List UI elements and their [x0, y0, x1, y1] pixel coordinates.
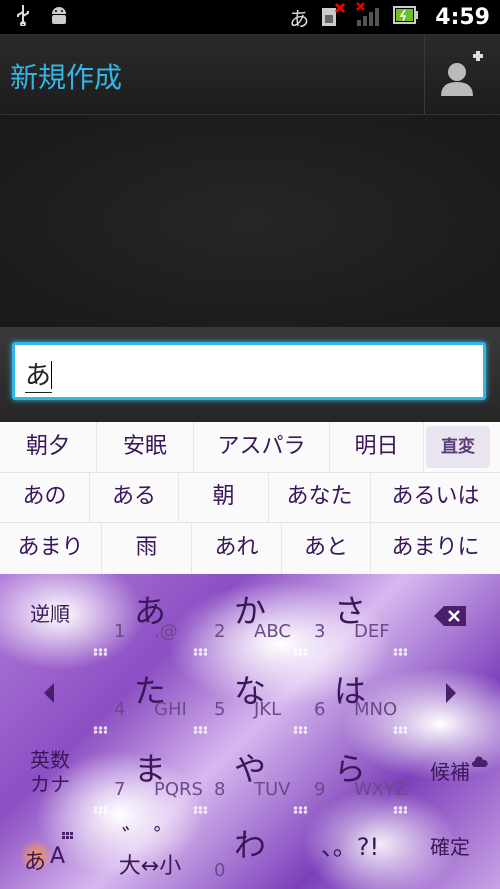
cursor-left-key[interactable] — [0, 654, 100, 732]
key-roman: GHI — [154, 699, 187, 720]
candidate[interactable]: あまりに — [371, 522, 500, 574]
candidate[interactable]: あるいは — [371, 472, 500, 522]
key-separator — [293, 648, 307, 656]
candidate[interactable]: あれ — [192, 522, 282, 574]
key-roman: TUV — [254, 779, 291, 800]
key-separator — [193, 806, 207, 814]
add-person-icon — [441, 51, 483, 96]
key-separator — [93, 806, 107, 814]
punctuation-key[interactable]: 、。?! — [300, 812, 400, 889]
compose-bar: あ — [0, 327, 500, 422]
add-recipient-button[interactable] — [425, 34, 500, 114]
candidate[interactable]: 安眠 — [97, 422, 194, 472]
page-title: 新規作成 — [10, 61, 123, 94]
key-roman: DEF — [354, 621, 390, 642]
key-number: 5 — [214, 699, 226, 720]
key-ka[interactable]: か 2 ABC — [200, 574, 300, 654]
mode-alpha: A — [50, 844, 66, 869]
candidate-row: 朝夕 安眠 アスパラ 明日 直変 — [0, 422, 500, 473]
backspace-key[interactable] — [400, 574, 500, 654]
key-ma[interactable]: ま 7 PQRS — [100, 732, 203, 812]
candidate[interactable]: 朝夕 — [0, 422, 97, 472]
candidate[interactable]: あと — [282, 522, 371, 574]
cloud-icon — [472, 756, 488, 767]
candidate[interactable]: あまり — [0, 522, 102, 574]
key-ya[interactable]: や 8 TUV — [200, 732, 300, 812]
input-mode-key[interactable]: あ A — [0, 812, 100, 889]
key-separator — [393, 726, 407, 734]
key-number: 7 — [114, 779, 126, 800]
composing-text: あ — [25, 355, 53, 393]
candidates-key[interactable]: 候補 — [400, 732, 500, 812]
enter-key[interactable]: 確定 — [400, 812, 500, 889]
candidate-row: あの ある 朝 あなた あるいは — [0, 472, 500, 523]
key-number: 3 — [314, 621, 326, 642]
key-separator — [93, 726, 107, 734]
size-toggle-label: 大↔小 — [118, 854, 182, 879]
key-separator — [193, 726, 207, 734]
key-roman: MNO — [354, 699, 398, 720]
key-number: 1 — [114, 621, 126, 642]
candidate[interactable]: アスパラ — [194, 422, 330, 472]
key-number: 9 — [314, 779, 326, 800]
key-wa[interactable]: わ 0 — [200, 812, 300, 889]
key-separator — [293, 726, 307, 734]
key-na[interactable]: な 5 JKL — [200, 654, 300, 732]
reverse-key[interactable]: 逆順 — [0, 574, 100, 654]
message-list-area — [0, 115, 500, 327]
key-separator — [393, 806, 407, 814]
backspace-icon — [434, 606, 466, 626]
candidate[interactable]: 明日 — [330, 422, 424, 472]
key-number: 0 — [214, 860, 226, 881]
right-arrow-icon — [446, 683, 456, 703]
key-number: 8 — [214, 779, 226, 800]
candidate[interactable]: ある — [90, 472, 179, 522]
action-bar: 新規作成 — [0, 34, 500, 115]
candidate-row: あまり 雨 あれ あと あまりに — [0, 522, 500, 574]
keyboard: 逆順 あ 1 .@ か 2 ABC さ 3 DEF た 4 GHI な 5 JK… — [0, 574, 500, 889]
message-input[interactable]: あ — [12, 342, 486, 400]
candidates-label: 候補 — [430, 760, 470, 784]
key-number: 6 — [314, 699, 326, 720]
battery-icon — [393, 6, 419, 28]
key-ta[interactable]: た 4 GHI — [100, 654, 200, 732]
usb-icon — [16, 4, 30, 30]
signal-icon — [355, 2, 383, 32]
mode-label-line1: 英数 — [30, 748, 70, 772]
sim-error-icon — [319, 2, 346, 32]
candidate[interactable]: 雨 — [102, 522, 192, 574]
key-roman: .@ — [154, 621, 178, 642]
key-number: 4 — [114, 699, 126, 720]
dakuten-key[interactable]: ゛ ゜ 大↔小 — [100, 812, 200, 889]
android-debug-icon — [48, 4, 70, 30]
key-ra[interactable]: ら 9 WXYZ — [300, 732, 407, 812]
key-sa[interactable]: さ 3 DEF — [300, 574, 400, 654]
mode-hiragana: あ — [24, 850, 47, 875]
grid-icon — [62, 832, 73, 839]
candidate[interactable]: あの — [0, 472, 90, 522]
status-bar: あ 4:59 — [0, 0, 500, 34]
candidate-panel: 朝夕 安眠 アスパラ 明日 直変 あの ある 朝 あなた あるいは あまり 雨 … — [0, 422, 500, 574]
mode-label-line2: カナ — [30, 772, 70, 796]
left-arrow-icon — [44, 683, 54, 703]
mode-switch-key[interactable]: 英数 カナ — [0, 732, 100, 812]
cursor-right-key[interactable] — [400, 654, 500, 732]
ime-indicator: あ — [289, 6, 310, 31]
candidate[interactable]: 朝 — [179, 472, 269, 522]
key-a[interactable]: あ 1 .@ — [100, 574, 200, 654]
clock: 4:59 — [435, 4, 490, 30]
key-roman: ABC — [254, 621, 291, 642]
key-separator — [393, 648, 407, 656]
key-roman: JKL — [254, 699, 282, 720]
key-separator — [93, 648, 107, 656]
direct-convert-button[interactable]: 直変 — [426, 426, 490, 468]
key-separator — [293, 806, 307, 814]
key-roman: PQRS — [154, 779, 203, 800]
candidate[interactable]: あなた — [269, 472, 371, 522]
key-ha[interactable]: は 6 MNO — [300, 654, 400, 732]
key-separator — [193, 648, 207, 656]
key-number: 2 — [214, 621, 226, 642]
